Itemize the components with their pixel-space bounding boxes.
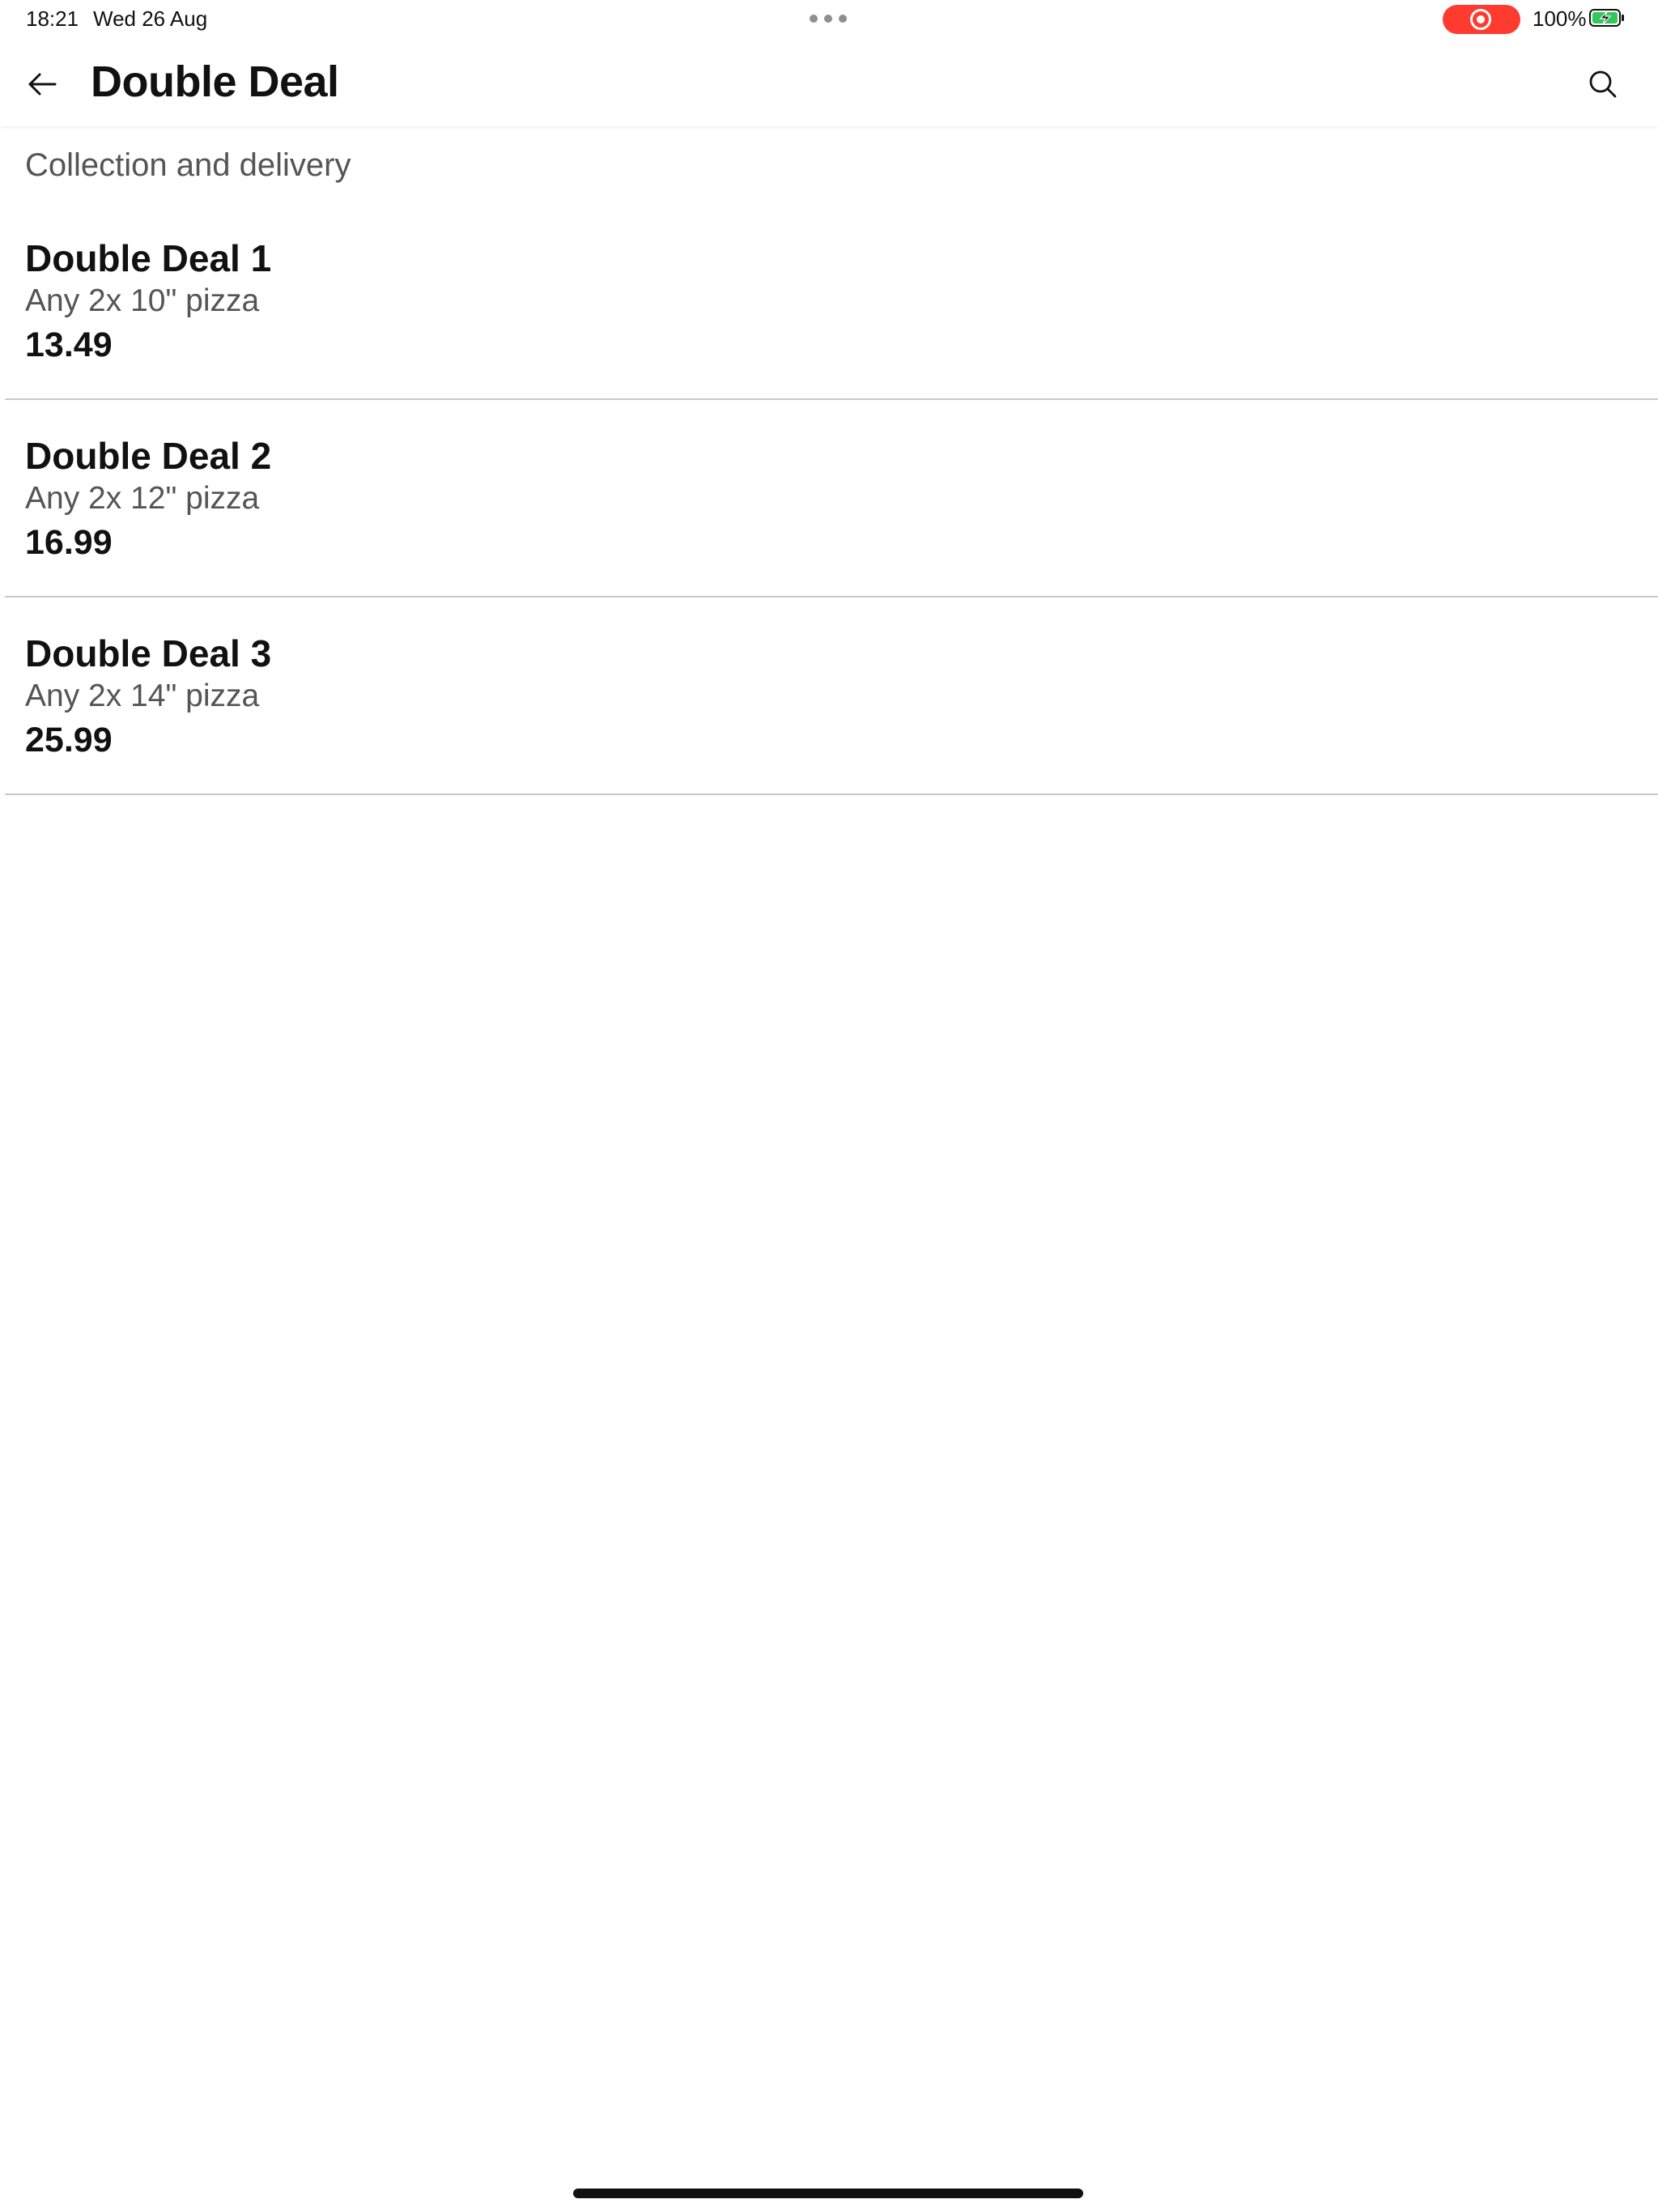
deal-item[interactable]: Double Deal 2 Any 2x 12" pizza 16.99 [0,400,1658,598]
deal-name: Double Deal 1 [25,237,272,279]
deal-name: Double Deal 3 [25,632,272,674]
deal-item[interactable]: Double Deal 1 Any 2x 10" pizza 13.49 [0,202,1658,400]
battery-percentage: 100% [1533,6,1587,31]
deal-price: 16.99 [25,523,113,562]
search-icon [1589,70,1617,98]
section-heading: Collection and delivery [25,147,351,183]
home-indicator[interactable] [573,2189,1083,2198]
back-button[interactable] [19,62,65,107]
screen-recording-icon[interactable] [1443,5,1520,34]
deal-price: 25.99 [25,721,113,759]
battery-charging-icon [1589,9,1624,27]
page-title: Double Deal [91,57,339,106]
deal-price: 13.49 [25,325,113,364]
deal-name: Double Deal 2 [25,435,272,477]
app-header: Double Deal [0,45,1658,126]
status-bar: 18:21 Wed 26 Aug 100% [0,0,1658,39]
deal-item[interactable]: Double Deal 3 Any 2x 14" pizza 25.99 [0,598,1658,795]
search-button[interactable] [1579,60,1627,108]
status-time: 18:21 [26,6,79,31]
divider [5,793,1658,795]
deal-description: Any 2x 14" pizza [25,678,260,713]
arrow-left-icon [28,73,57,96]
deal-description: Any 2x 12" pizza [25,481,260,516]
status-date: Wed 26 Aug [93,6,208,31]
deal-description: Any 2x 10" pizza [25,283,260,318]
deal-list: Double Deal 1 Any 2x 10" pizza 13.49 Dou… [0,202,1658,795]
multitasking-dots-icon[interactable] [810,15,847,23]
